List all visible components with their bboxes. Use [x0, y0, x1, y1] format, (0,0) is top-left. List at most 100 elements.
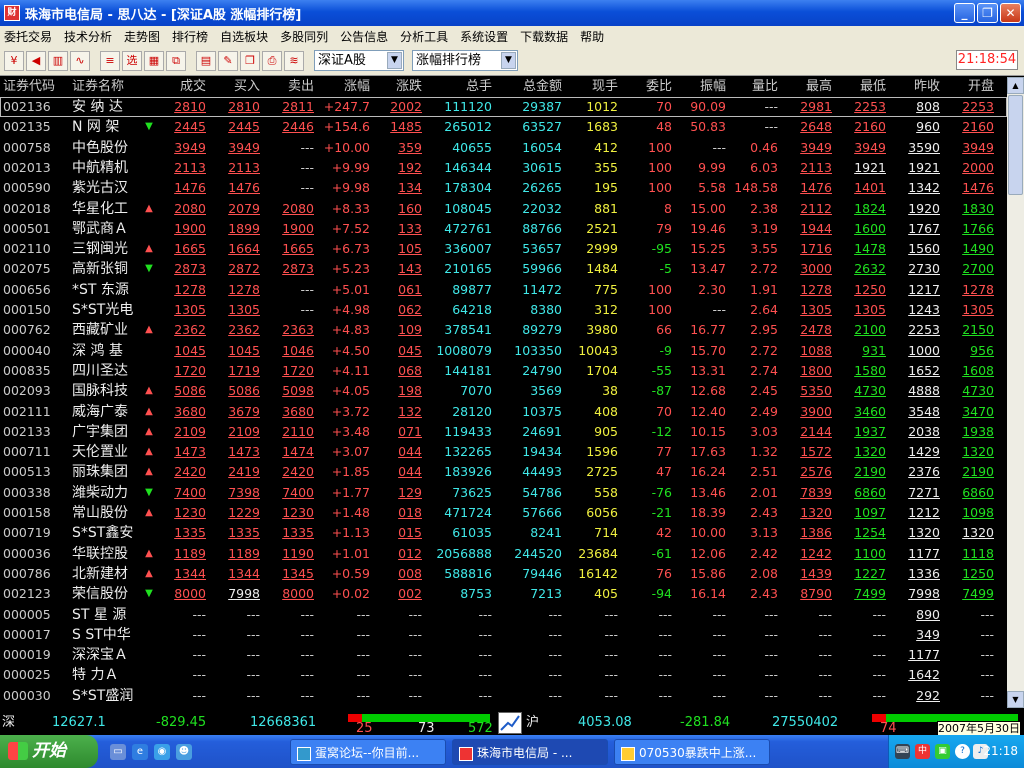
list-button[interactable]: ≡ [100, 50, 120, 71]
table-row[interactable]: 002136 安 纳 达 2810 2810 2811 +247.7 2002 111120 2… [0, 97, 1007, 117]
media-icon[interactable]: ◉ [154, 744, 170, 760]
column-header[interactable]: 卖出 [262, 77, 314, 97]
menu-item-3[interactable]: 排行榜 [172, 28, 208, 45]
column-header[interactable]: 委比 [622, 77, 672, 97]
edit-button[interactable]: ✎ [218, 50, 238, 71]
table-row[interactable]: 000030 S*ST盛润 --- --- --- --- --- --- --- --- --- -… [0, 686, 1007, 706]
column-header[interactable]: 证券名称 [72, 77, 142, 97]
table-row[interactable]: 002111 威海广泰 ▲ 3680 3679 3680 +3.72 132 28120 1037… [0, 402, 1007, 422]
table-row[interactable]: 000501 鄂武商Ａ 1900 1899 1900 +7.52 133 472761 8876… [0, 219, 1007, 239]
table-row[interactable]: 002110 三钢闽光 ▲ 1665 1664 1665 +6.73 105 336007 536… [0, 239, 1007, 259]
market-select[interactable]: 深证A股 ▼ [314, 50, 404, 71]
select-button[interactable]: 选 [122, 50, 142, 71]
restore-button[interactable]: ❐ [977, 3, 998, 23]
menu-item-8[interactable]: 系统设置 [460, 28, 508, 45]
rank-select[interactable]: 涨幅排行榜 ▼ [412, 50, 518, 71]
table-row[interactable]: 000025 特 力Ａ --- --- --- --- --- --- --- --- --- ---… [0, 665, 1007, 685]
table-row[interactable]: 000158 常山股份 ▲ 1230 1229 1230 +1.48 018 471724 576… [0, 503, 1007, 523]
scroll-down-icon[interactable]: ▼ [1007, 691, 1024, 708]
stock-name: 常山股份 [72, 505, 128, 521]
alert-button[interactable]: ◀ [26, 50, 46, 71]
column-header[interactable]: 开盘 [944, 77, 994, 97]
close-button[interactable]: ✕ [1000, 3, 1021, 23]
menu-item-9[interactable]: 下载数据 [520, 28, 568, 45]
print-button[interactable]: ⎙ [262, 50, 282, 71]
table-row[interactable]: 000019 深深宝Ａ --- --- --- --- --- --- --- --- --- ---… [0, 645, 1007, 665]
table-row[interactable]: 000758 中色股份 3949 3949 --- +10.00 359 40655 16054… [0, 138, 1007, 158]
messenger-icon[interactable]: ☻ [176, 744, 192, 760]
column-header[interactable]: 成交 [160, 77, 206, 97]
table-row[interactable]: 002018 华星化工 ▲ 2080 2079 2080 +8.33 160 108045 220… [0, 199, 1007, 219]
table-row[interactable]: 000338 潍柴动力 ▼ 7400 7398 7400 +1.77 129 73625 5478… [0, 483, 1007, 503]
scroll-up-icon[interactable]: ▲ [1007, 77, 1024, 94]
cell-振幅: 50.83 [690, 119, 726, 135]
column-header[interactable]: 总手 [426, 77, 492, 97]
ie-icon[interactable]: e [132, 744, 148, 760]
table-row[interactable]: 000762 西藏矿业 ▲ 2362 2362 2363 +4.83 109 378541 892… [0, 320, 1007, 340]
report-button[interactable]: ▤ [196, 50, 216, 71]
desktop-icon[interactable]: ▭ [110, 744, 126, 760]
table-row[interactable]: 002093 国脉科技 ▲ 5086 5086 5098 +4.05 198 7070 3569 3… [0, 381, 1007, 401]
table-row[interactable]: 002135 N 网 架 ▼ 2445 2445 2446 +154.6 1485 265012… [0, 117, 1007, 137]
table-row[interactable]: 000513 丽珠集团 ▲ 2420 2419 2420 +1.85 044 183926 444… [0, 462, 1007, 482]
table-row[interactable]: 000040 深 鸿 基 1045 1045 1046 +4.50 045 1008079 10… [0, 341, 1007, 361]
trade-button[interactable]: ¥ [4, 50, 24, 71]
cell-昨收: 3548 [908, 403, 940, 419]
menu-item-7[interactable]: 分析工具 [400, 28, 448, 45]
column-header[interactable]: 涨跌 [372, 77, 422, 97]
kline-button[interactable]: ▥ [48, 50, 68, 71]
menu-item-4[interactable]: 自选板块 [220, 28, 268, 45]
table-row[interactable]: 000656 *ST 东源 1278 1278 --- +5.01 061 89877 1147… [0, 280, 1007, 300]
column-header[interactable]: 最低 [836, 77, 886, 97]
menu-item-10[interactable]: 帮助 [580, 28, 604, 45]
table-row[interactable]: 000005 ST 星 源 --- --- --- --- --- --- --- --- --- -… [0, 605, 1007, 625]
task-stock-app[interactable]: 珠海市电信局 - ... [452, 739, 608, 765]
table-row[interactable]: 002123 荣信股份 ▼ 8000 7998 8000 +0.02 002 8753 7213 4… [0, 584, 1007, 604]
column-header[interactable]: 昨收 [890, 77, 940, 97]
table-row[interactable]: 000017 S ST中华 --- --- --- --- --- --- --- --- --- -… [0, 625, 1007, 645]
column-header[interactable]: 现手 [566, 77, 618, 97]
table-row[interactable]: 000719 S*ST鑫安 1335 1335 1335 +1.13 015 61035 824… [0, 523, 1007, 543]
window-button[interactable]: ⧉ [166, 50, 186, 71]
table-row[interactable]: 002133 广宇集团 ▲ 2109 2109 2110 +3.48 071 119433 246… [0, 422, 1007, 442]
menu-item-0[interactable]: 委托交易 [4, 28, 52, 45]
column-header[interactable]: 量比 [728, 77, 778, 97]
table-row[interactable]: 000590 紫光古汉 1476 1476 --- +9.98 134 178304 26265… [0, 178, 1007, 198]
input-method-icon[interactable]: 中 [915, 744, 930, 759]
table-row[interactable]: 000150 S*ST光电 1305 1305 --- +4.98 062 64218 8380… [0, 300, 1007, 320]
copy-button[interactable]: ❐ [240, 50, 260, 71]
minimize-button[interactable]: _ [954, 3, 975, 23]
trend-button[interactable]: ∿ [70, 50, 90, 71]
table-row[interactable]: 000786 北新建材 ▲ 1344 1344 1345 +0.59 008 588816 794… [0, 564, 1007, 584]
menu-item-5[interactable]: 多股同列 [280, 28, 328, 45]
help-icon[interactable]: ? [955, 744, 970, 759]
column-header[interactable]: 涨幅 [316, 77, 370, 97]
menu-item-1[interactable]: 技术分析 [64, 28, 112, 45]
keyboard-icon[interactable]: ⌨ [895, 744, 910, 759]
column-header[interactable]: 振幅 [674, 77, 726, 97]
cell-买入: 2113 [228, 159, 260, 175]
vertical-scrollbar[interactable]: ▲ ▼ [1007, 77, 1024, 708]
menu-item-6[interactable]: 公告信息 [340, 28, 388, 45]
column-header[interactable]: 最高 [782, 77, 832, 97]
start-button[interactable]: 开始 [0, 735, 98, 768]
table-row[interactable]: 000711 天伦置业 ▲ 1473 1473 1474 +3.07 044 132265 194… [0, 442, 1007, 462]
task-forum[interactable]: 蛋窝论坛--你目前... [290, 739, 446, 765]
table-row[interactable]: 000835 四川圣达 1720 1719 1720 +4.11 068 144181 2479… [0, 361, 1007, 381]
grid-button[interactable]: ▦ [144, 50, 164, 71]
scroll-thumb[interactable] [1008, 95, 1023, 195]
arrow-up-icon: ▲ [145, 202, 153, 214]
menu-item-2[interactable]: 走势图 [124, 28, 160, 45]
index-chart-button[interactable] [498, 712, 522, 734]
column-header[interactable]: 买入 [212, 77, 260, 97]
network-icon[interactable]: ▣ [935, 744, 950, 759]
column-header[interactable]: 证券代码 [3, 77, 65, 97]
table-row[interactable]: 000036 华联控股 ▲ 1189 1189 1190 +1.01 012 2056888 24… [0, 544, 1007, 564]
task-article[interactable]: 070530暴跌中上涨... [614, 739, 770, 765]
cell-买入: 1344 [228, 565, 260, 581]
cell-总金额: 89279 [522, 322, 562, 338]
wave-button[interactable]: ≋ [284, 50, 304, 71]
column-header[interactable]: 总金额 [496, 77, 562, 97]
table-row[interactable]: 002013 中航精机 2113 2113 --- +9.99 192 146344 30615… [0, 158, 1007, 178]
table-row[interactable]: 002075 高新张铜 ▼ 2873 2872 2873 +5.23 143 210165 599… [0, 259, 1007, 279]
